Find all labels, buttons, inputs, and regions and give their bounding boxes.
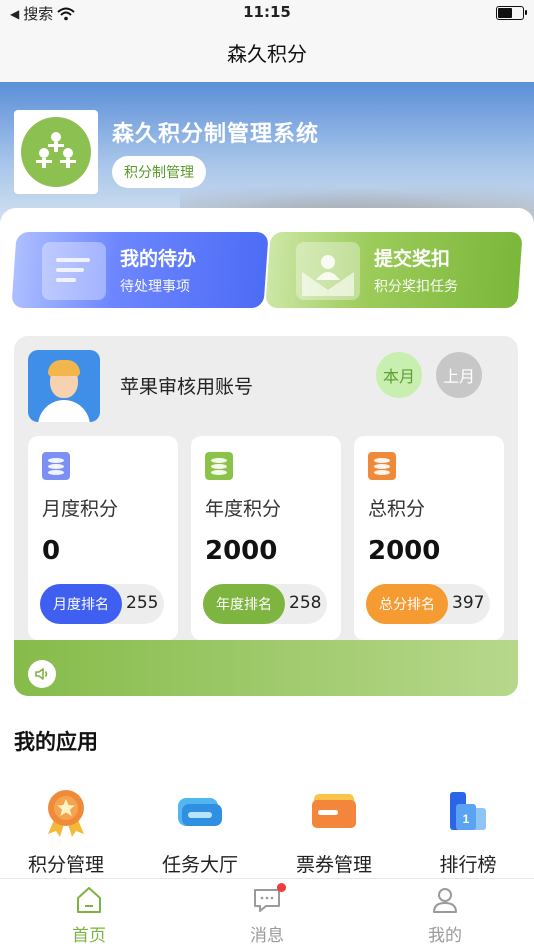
ticket-card-icon bbox=[308, 786, 360, 838]
stat-value: 2000 bbox=[205, 536, 278, 566]
status-time: 11:15 bbox=[243, 3, 291, 21]
rank-value: 255 bbox=[126, 593, 159, 613]
monthly-points-card[interactable]: 月度积分 0 月度排名 255 bbox=[28, 436, 178, 640]
document-list-icon bbox=[42, 242, 106, 300]
stat-value: 0 bbox=[42, 536, 61, 566]
system-title: 森久积分制管理系统 bbox=[112, 122, 320, 147]
medal-icon bbox=[40, 786, 92, 838]
svg-text:1: 1 bbox=[463, 812, 470, 826]
unread-badge bbox=[277, 883, 286, 892]
tab-label: 我的 bbox=[428, 926, 462, 946]
ranking-icon: 1 bbox=[442, 786, 494, 838]
tab-profile[interactable]: 我的 bbox=[356, 879, 534, 950]
avatar[interactable] bbox=[28, 350, 100, 422]
bottom-tab-bar: 首页 消息 我的 bbox=[0, 878, 534, 950]
vr-glasses-icon bbox=[174, 786, 226, 838]
rank-badge: 月度排名 255 bbox=[40, 584, 164, 624]
stat-label: 月度积分 bbox=[42, 498, 119, 520]
stat-label: 年度积分 bbox=[205, 498, 282, 520]
tab-label: 消息 bbox=[250, 926, 284, 946]
rank-value: 397 bbox=[452, 593, 485, 613]
todo-subtitle: 待处理事项 bbox=[120, 279, 190, 295]
app-label: 任务大厅 bbox=[161, 854, 238, 876]
user-icon bbox=[430, 885, 460, 915]
rank-label: 月度排名 bbox=[40, 584, 122, 624]
total-points-card[interactable]: 总积分 2000 总分排名 397 bbox=[354, 436, 504, 640]
rank-label: 年度排名 bbox=[203, 584, 285, 624]
stat-value: 2000 bbox=[368, 536, 441, 566]
app-ranking[interactable]: 1 排行榜 bbox=[408, 786, 528, 877]
notice-bar bbox=[14, 640, 518, 696]
nav-bar: 森久积分 bbox=[0, 26, 534, 82]
coin-stack-icon bbox=[205, 452, 233, 480]
home-icon bbox=[74, 885, 104, 915]
tab-home[interactable]: 首页 bbox=[0, 879, 178, 950]
app-ticket-management[interactable]: 票券管理 bbox=[274, 786, 394, 877]
company-logo bbox=[14, 110, 98, 194]
speaker-icon[interactable] bbox=[28, 660, 56, 688]
apps-section-title: 我的应用 bbox=[14, 730, 98, 754]
app-label: 排行榜 bbox=[439, 854, 497, 876]
system-tag: 积分制管理 bbox=[112, 156, 206, 188]
tab-messages[interactable]: 消息 bbox=[178, 879, 356, 950]
rank-badge: 总分排名 397 bbox=[366, 584, 490, 624]
status-bar: ◀ 搜索 11:15 bbox=[0, 0, 534, 26]
app-points-management[interactable]: 积分管理 bbox=[6, 786, 126, 877]
battery-icon bbox=[496, 6, 527, 20]
logo-tree-icon bbox=[21, 117, 91, 187]
tab-label: 首页 bbox=[72, 926, 106, 946]
submit-reward-subtitle: 积分奖扣任务 bbox=[374, 279, 458, 295]
previous-month-button[interactable]: 上月 bbox=[436, 352, 482, 398]
app-task-hall[interactable]: 任务大厅 bbox=[140, 786, 260, 877]
app-label: 积分管理 bbox=[27, 854, 104, 876]
todo-title: 我的待办 bbox=[120, 248, 197, 270]
user-name: 苹果审核用账号 bbox=[120, 376, 254, 398]
submit-reward-card[interactable]: 提交奖扣 积分奖扣任务 bbox=[265, 232, 523, 308]
stat-label: 总积分 bbox=[368, 498, 426, 520]
envelope-user-icon bbox=[296, 242, 360, 300]
todo-card[interactable]: 我的待办 待处理事项 bbox=[11, 232, 269, 308]
battery-fill bbox=[498, 8, 512, 18]
coin-stack-icon bbox=[368, 452, 396, 480]
rank-badge: 年度排名 258 bbox=[203, 584, 327, 624]
yearly-points-card[interactable]: 年度积分 2000 年度排名 258 bbox=[191, 436, 341, 640]
coin-stack-icon bbox=[42, 452, 70, 480]
submit-reward-title: 提交奖扣 bbox=[374, 248, 451, 270]
app-label: 票券管理 bbox=[295, 854, 372, 876]
current-month-button[interactable]: 本月 bbox=[376, 352, 422, 398]
rank-label: 总分排名 bbox=[366, 584, 448, 624]
message-icon bbox=[252, 883, 286, 915]
page-title: 森久积分 bbox=[227, 42, 307, 66]
user-points-panel: 苹果审核用账号 本月 上月 月度积分 0 月度排名 255 年度积分 2000 … bbox=[14, 336, 518, 696]
rank-value: 258 bbox=[289, 593, 322, 613]
